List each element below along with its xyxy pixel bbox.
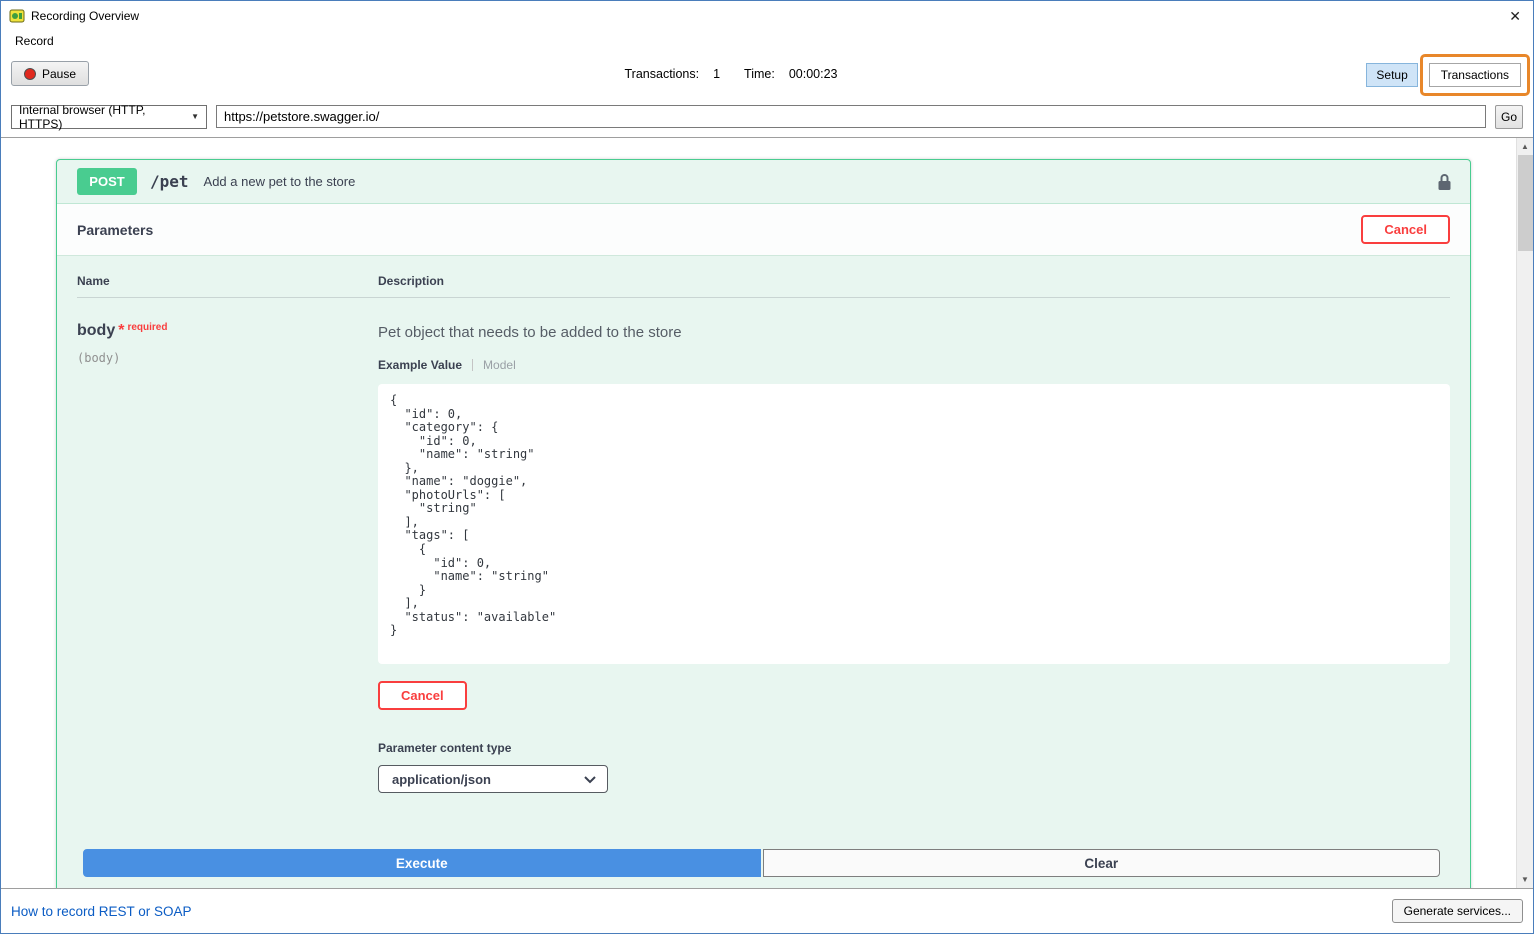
go-button[interactable]: Go [1495,105,1523,129]
app-icon [9,8,25,24]
transactions-highlight-annotation: Transactions [1420,54,1530,96]
tab-setup[interactable]: Setup [1366,63,1417,87]
endpoint-summary: Add a new pet to the store [204,174,356,189]
scrollbar-thumb[interactable] [1518,155,1533,251]
cancel-button[interactable]: Cancel [1361,215,1450,244]
model-tabs: Example Value Model [378,358,1450,372]
window-title: Recording Overview [31,9,1487,23]
content-type-label: Parameter content type [378,741,1450,755]
param-name-cell: body*required (body) [77,322,378,793]
transactions-count: 1 [713,67,720,81]
param-description-cell: Pet object that needs to be added to the… [378,322,1450,793]
content-type-select[interactable]: application/json [378,765,608,793]
tab-transactions[interactable]: Transactions [1429,63,1521,87]
url-input[interactable] [216,105,1486,128]
session-counters: Transactions: 1 Time: 00:00:23 [1,52,1533,96]
lock-icon[interactable] [1437,173,1452,191]
browser-viewport: POST /pet Add a new pet to the store Par… [1,137,1533,889]
help-link[interactable]: How to record REST or SOAP [11,904,192,919]
record-icon [24,68,36,80]
param-description: Pet object that needs to be added to the… [378,324,1450,341]
view-tabs: Setup Transactions [1366,54,1530,96]
method-badge: POST [77,168,137,195]
scroll-down-icon[interactable]: ▼ [1517,871,1533,888]
parameters-section-header: Parameters Cancel [57,204,1470,256]
time-value: 00:00:23 [789,67,838,81]
recording-overview-window: Recording Overview ✕ Record Pause Transa… [0,0,1534,934]
titlebar: Recording Overview ✕ [1,1,1533,30]
addressbar: Internal browser (HTTP, HTTPS) ▼ Go [1,96,1533,137]
generate-services-button[interactable]: Generate services... [1392,899,1523,923]
menu-record[interactable]: Record [11,32,58,50]
param-location: (body) [77,351,378,365]
menubar: Record [1,30,1533,52]
swagger-page: POST /pet Add a new pet to the store Par… [1,138,1516,888]
example-json-editor[interactable]: { "id": 0, "category": { "id": 0, "name"… [378,384,1450,664]
content-type-value: application/json [392,772,491,787]
tab-separator [472,359,473,371]
table-row: body*required (body) Pet object that nee… [77,298,1450,793]
toolbar: Pause Transactions: 1 Time: 00:00:23 Set… [1,52,1533,96]
required-star: * [118,322,124,339]
browser-select[interactable]: Internal browser (HTTP, HTTPS) ▼ [11,105,207,129]
column-name: Name [77,274,378,288]
opblock-post-pet: POST /pet Add a new pet to the store Par… [56,159,1471,888]
close-icon[interactable]: ✕ [1487,9,1521,23]
chevron-down-icon: ▼ [191,112,199,121]
time-label: Time: [744,67,775,81]
param-name-wrap: body*required [77,322,378,340]
clear-button[interactable]: Clear [763,849,1441,877]
parameters-table: Name Description body*required (body) Pe… [57,256,1470,793]
scrollbar[interactable]: ▲ ▼ [1516,138,1533,888]
endpoint-path: /pet [150,172,189,191]
parameters-title: Parameters [77,222,153,238]
execute-button[interactable]: Execute [83,849,761,877]
transactions-label: Transactions: [625,67,700,81]
cancel-edit-button[interactable]: Cancel [378,681,467,710]
param-name: body [77,322,115,339]
opblock-summary[interactable]: POST /pet Add a new pet to the store [57,160,1470,204]
parameters-table-header: Name Description [77,274,1450,298]
browser-select-value: Internal browser (HTTP, HTTPS) [19,103,191,131]
column-description: Description [378,274,1450,288]
tab-example-value[interactable]: Example Value [378,358,462,372]
chevron-down-icon [584,772,596,787]
footer: How to record REST or SOAP Generate serv… [1,889,1533,933]
required-label: required [127,322,167,333]
tab-model[interactable]: Model [483,358,516,372]
execute-row: Execute Clear [57,793,1470,888]
pause-button[interactable]: Pause [11,61,89,86]
pause-label: Pause [42,67,76,81]
scroll-up-icon[interactable]: ▲ [1517,138,1533,155]
